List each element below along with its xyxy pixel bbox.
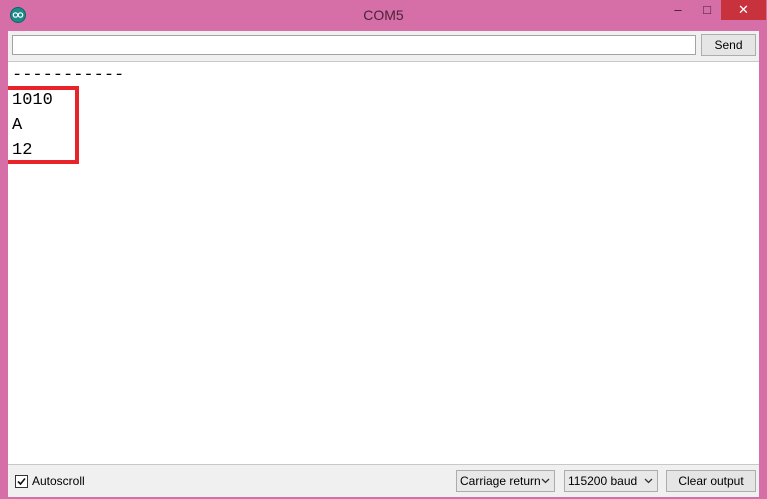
clear-output-button[interactable]: Clear output bbox=[666, 470, 756, 492]
checkmark-icon bbox=[17, 477, 26, 486]
baud-rate-select[interactable]: 115200 baud bbox=[564, 470, 658, 492]
send-input[interactable] bbox=[12, 35, 696, 55]
minimize-button[interactable]: – bbox=[663, 0, 693, 20]
send-button[interactable]: Send bbox=[701, 34, 756, 56]
close-button[interactable]: ✕ bbox=[721, 0, 766, 20]
window-title: COM5 bbox=[363, 7, 404, 23]
line-ending-select[interactable]: Carriage return bbox=[456, 470, 555, 492]
serial-output[interactable]: ----------- 1010 A 12 bbox=[8, 61, 759, 465]
line-ending-value: Carriage return bbox=[460, 474, 541, 488]
autoscroll-checkbox[interactable] bbox=[15, 475, 28, 488]
chevron-down-icon bbox=[644, 478, 653, 484]
serial-monitor-panel: Send ----------- 1010 A 12 Autoscroll Ca… bbox=[8, 31, 759, 497]
baud-rate-value: 115200 baud bbox=[568, 474, 638, 488]
output-line: ----------- bbox=[12, 66, 125, 85]
maximize-button[interactable]: □ bbox=[693, 0, 721, 20]
title-bar: COM5 – □ ✕ bbox=[0, 0, 767, 32]
bottom-toolbar: Autoscroll Carriage return 115200 baud C… bbox=[8, 465, 759, 497]
highlight-annotation-box bbox=[8, 86, 79, 164]
autoscroll-label: Autoscroll bbox=[32, 474, 85, 488]
chevron-down-icon bbox=[541, 478, 550, 484]
